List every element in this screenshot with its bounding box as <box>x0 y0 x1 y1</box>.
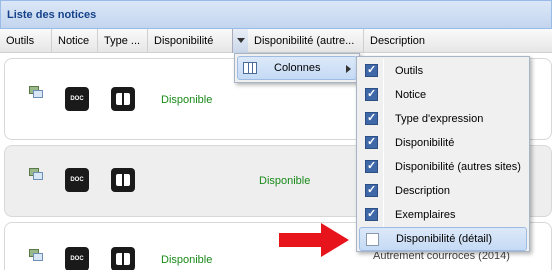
checkbox-outils[interactable] <box>365 63 378 77</box>
availability-text: Disponible <box>161 254 213 266</box>
menu-item-disponibilite-autres[interactable]: Disponibilité (autres sites) <box>359 155 527 179</box>
column-header-type[interactable]: Type ... <box>98 29 148 53</box>
tools-icon[interactable] <box>29 168 43 180</box>
menu-item-description[interactable]: Description <box>359 179 527 203</box>
menu-item-disponibilite[interactable]: Disponibilité <box>359 131 527 155</box>
column-header-description[interactable]: Description <box>364 29 552 53</box>
menu-item-colonnes[interactable]: Colonnes <box>237 56 357 80</box>
columns-icon <box>243 62 257 74</box>
book-icon[interactable] <box>111 168 135 192</box>
menu-item-type-expression[interactable]: Type d'expression <box>359 107 527 131</box>
column-menu: Colonnes <box>234 53 360 83</box>
checkbox-disponibilite-detail[interactable] <box>366 233 379 246</box>
menu-item-label: Disponibilité (autres sites) <box>395 161 521 173</box>
menu-item-label: Notice <box>395 89 427 101</box>
checkbox-type-expression[interactable] <box>365 111 378 125</box>
availability-text: Disponible <box>161 94 213 106</box>
menu-item-label: Outils <box>395 65 424 77</box>
red-arrow-icon <box>279 223 349 257</box>
menu-item-label: Disponibilité (détail) <box>396 233 492 245</box>
panel-title: Liste des notices <box>0 0 552 29</box>
checkbox-disponibilite-autres[interactable] <box>365 159 378 173</box>
column-header-notice[interactable]: Notice <box>52 29 98 53</box>
menu-item-label: Exemplaires <box>395 209 456 221</box>
menu-item-exemplaires[interactable]: Exemplaires <box>359 203 527 227</box>
column-header-outils[interactable]: Outils <box>0 29 52 53</box>
checkbox-notice[interactable] <box>365 87 378 101</box>
book-icon[interactable] <box>111 247 135 270</box>
menu-item-label: Colonnes <box>274 62 321 74</box>
submenu-arrow-icon <box>346 65 351 73</box>
doc-icon[interactable]: DOC <box>65 87 89 111</box>
grid-header: Outils Notice Type ... Disponibilité Dis… <box>0 29 552 53</box>
tools-icon[interactable] <box>29 249 43 261</box>
menu-item-disponibilite-detail[interactable]: Disponibilité (détail) <box>359 227 527 251</box>
doc-icon[interactable]: DOC <box>65 247 89 270</box>
column-submenu: Outils Notice Type d'expression Disponib… <box>356 56 530 252</box>
checkbox-disponibilite[interactable] <box>365 135 378 149</box>
menu-item-notice[interactable]: Notice <box>359 83 527 107</box>
menu-item-label: Disponibilité <box>395 137 455 149</box>
menu-item-outils[interactable]: Outils <box>359 59 527 83</box>
menu-item-label: Description <box>395 185 451 197</box>
checkbox-description[interactable] <box>365 183 378 197</box>
availability-text: Disponible <box>259 175 311 187</box>
book-icon[interactable] <box>111 87 135 111</box>
column-menu-trigger-icon[interactable] <box>232 29 248 53</box>
doc-icon[interactable]: DOC <box>65 168 89 192</box>
menu-item-label: Type d'expression <box>395 113 484 125</box>
tools-icon[interactable] <box>29 86 43 98</box>
checkbox-exemplaires[interactable] <box>365 207 378 221</box>
column-header-disponibilite-autres[interactable]: Disponibilité (autre... <box>248 29 364 53</box>
